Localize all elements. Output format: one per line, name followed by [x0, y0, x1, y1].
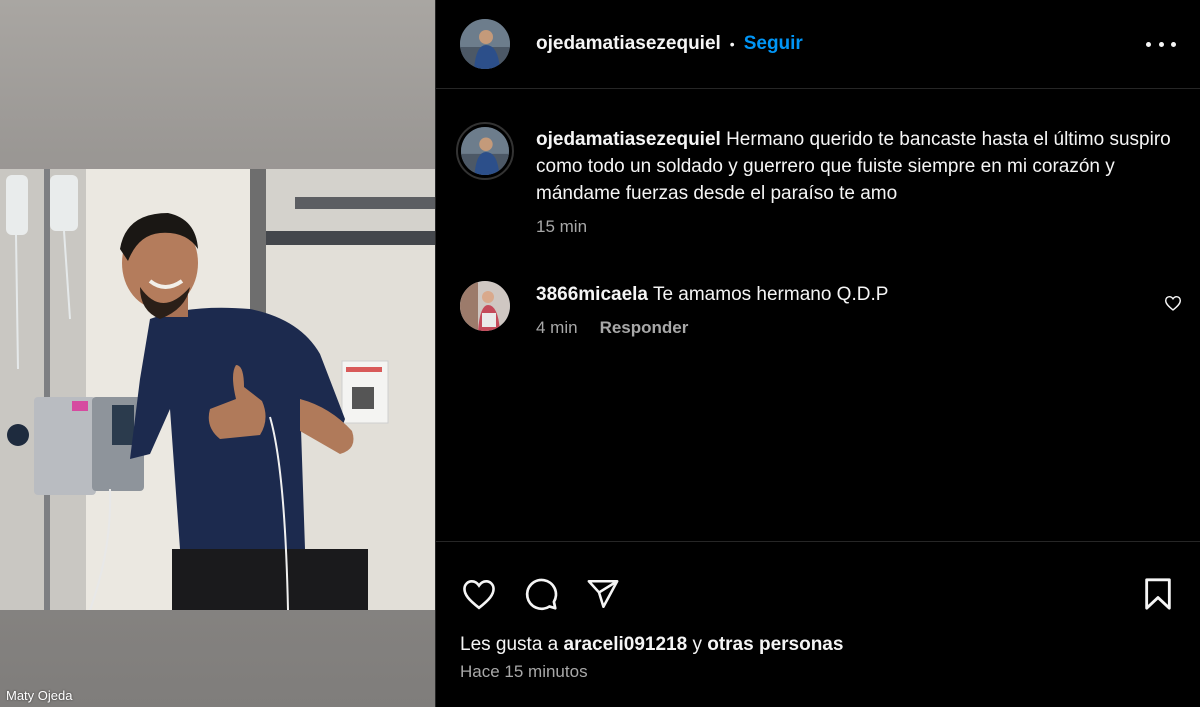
photo-watermark: Maty Ojeda — [6, 688, 73, 703]
caption-username[interactable]: ojedamatiasezequiel — [536, 129, 721, 150]
comment-meta: 4 min Responder — [536, 318, 1182, 338]
comment-like-heart-icon[interactable] — [1164, 295, 1182, 316]
caption-meta: 15 min — [536, 217, 1180, 237]
caption-text-block: ojedamatiasezequiel Hermano querido te b… — [536, 126, 1180, 207]
comment-icon[interactable] — [522, 575, 560, 613]
caption-avatar-ring[interactable] — [456, 122, 514, 180]
post-header: ojedamatiasezequiel • Seguir — [436, 0, 1200, 89]
post-timestamp: Hace 15 minutos — [460, 662, 588, 681]
action-bar — [436, 542, 1200, 624]
post-panel: ojedamatiasezequiel • Seguir ojedamatias… — [435, 0, 1200, 707]
likes-others[interactable]: otras personas — [707, 634, 843, 655]
author-avatar[interactable] — [460, 19, 510, 69]
comment-item: 3866micaela Te amamos hermano Q.D.P 4 mi… — [460, 281, 1182, 338]
comment-username[interactable]: 3866micaela — [536, 284, 648, 305]
separator-dot: • — [729, 36, 735, 52]
post-media[interactable]: Maty Ojeda — [0, 0, 435, 707]
heart-icon[interactable] — [460, 575, 498, 613]
send-icon[interactable] — [584, 575, 622, 613]
likes-summary[interactable]: Les gusta a araceli091218 y otras person… — [436, 624, 1200, 656]
bookmark-icon[interactable] — [1139, 575, 1177, 613]
caption-avatar — [461, 127, 509, 175]
author-username[interactable]: ojedamatiasezequiel — [536, 33, 721, 55]
more-horizontal-icon[interactable] — [1146, 34, 1176, 54]
post-actions: Les gusta a araceli091218 y otras person… — [436, 541, 1200, 707]
likes-connector: y — [692, 634, 702, 655]
caption-body: ojedamatiasezequiel Hermano querido te b… — [536, 126, 1180, 237]
comment-text-block: 3866micaela Te amamos hermano Q.D.P — [536, 281, 1182, 308]
post-photo — [0, 169, 435, 610]
commenter-avatar[interactable] — [460, 281, 510, 331]
reply-button[interactable]: Responder — [600, 318, 689, 338]
comment-time: 4 min — [536, 318, 578, 337]
comments-list: ojedamatiasezequiel Hermano querido te b… — [436, 90, 1200, 542]
follow-button[interactable]: Seguir — [744, 33, 803, 55]
comment-body: 3866micaela Te amamos hermano Q.D.P 4 mi… — [536, 281, 1182, 338]
photo-illustration — [0, 169, 435, 610]
likes-prefix: Les gusta a — [460, 634, 559, 655]
comment-text: Te amamos hermano Q.D.P — [652, 284, 889, 305]
caption-time: 15 min — [536, 217, 588, 236]
caption-item: ojedamatiasezequiel Hermano querido te b… — [456, 122, 1180, 237]
likes-user[interactable]: araceli091218 — [564, 634, 688, 655]
